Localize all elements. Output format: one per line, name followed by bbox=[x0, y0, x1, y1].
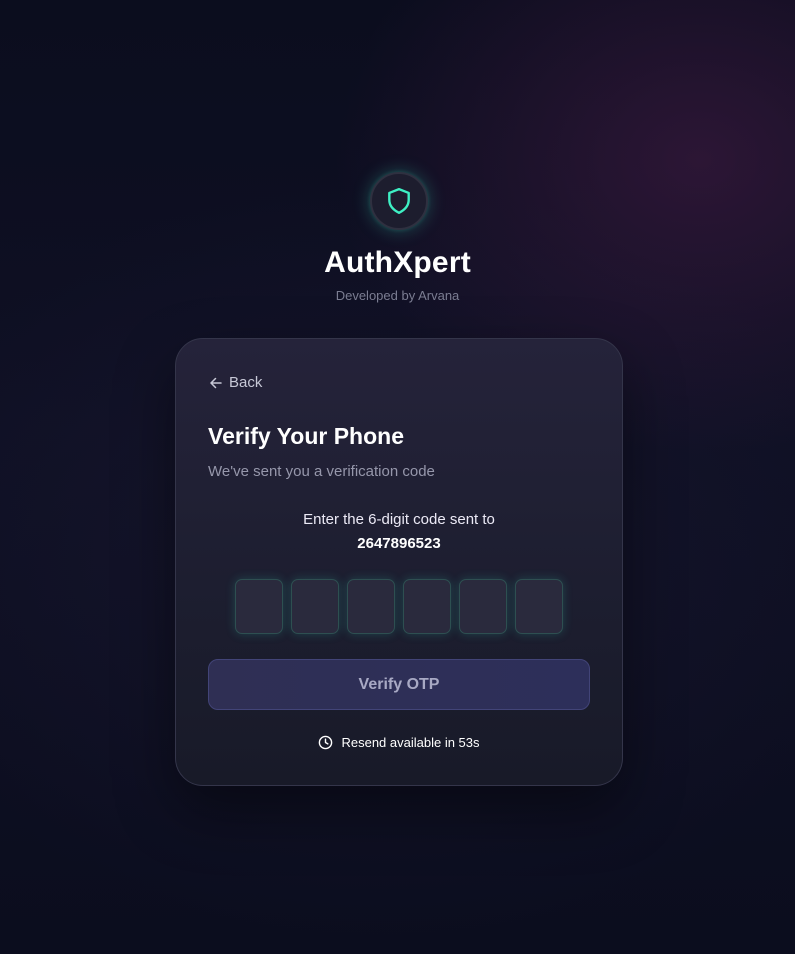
arrow-left-icon bbox=[209, 376, 223, 390]
app-title: AuthXpert bbox=[324, 246, 471, 279]
otp-digit-5[interactable] bbox=[459, 579, 507, 634]
otp-inputs bbox=[235, 579, 563, 634]
verify-card: Back Verify Your Phone We've sent you a … bbox=[175, 338, 623, 786]
page-subtitle: We've sent you a verification code bbox=[208, 463, 435, 480]
shield-icon bbox=[386, 187, 412, 215]
verify-otp-button[interactable]: Verify OTP bbox=[208, 659, 590, 710]
resend-text: Resend available in 53s bbox=[341, 735, 480, 750]
phone-number: 2647896523 bbox=[357, 535, 441, 552]
clock-icon bbox=[318, 735, 333, 750]
app-subtitle: Developed by Arvana bbox=[335, 288, 460, 303]
page-title: Verify Your Phone bbox=[208, 423, 404, 449]
back-label: Back bbox=[229, 374, 263, 391]
otp-digit-1[interactable] bbox=[235, 579, 283, 634]
otp-instruction: Enter the 6-digit code sent to bbox=[303, 511, 495, 528]
resend-timer: Resend available in 53s bbox=[176, 735, 622, 750]
app-logo bbox=[370, 172, 428, 230]
otp-digit-2[interactable] bbox=[291, 579, 339, 634]
otp-digit-6[interactable] bbox=[515, 579, 563, 634]
otp-digit-4[interactable] bbox=[403, 579, 451, 634]
back-button[interactable]: Back bbox=[209, 374, 262, 391]
otp-digit-3[interactable] bbox=[347, 579, 395, 634]
